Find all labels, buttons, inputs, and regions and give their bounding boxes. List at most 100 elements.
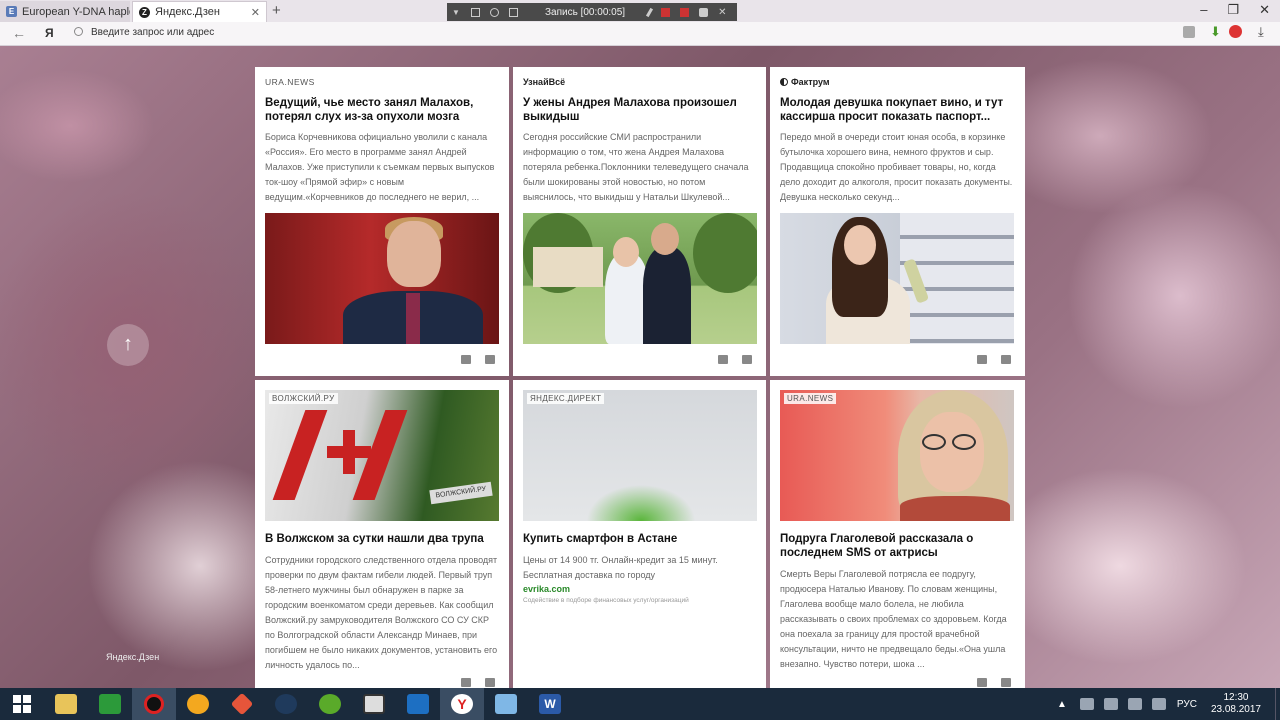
utorrent-icon	[319, 694, 341, 714]
recorder-toolbar: ▼ Запись [00:00:05] ✕	[447, 3, 737, 21]
connection-icon[interactable]	[74, 27, 83, 36]
close-icon[interactable]: ✕	[718, 7, 727, 17]
new-tab-button[interactable]: +	[272, 2, 281, 19]
card-source[interactable]: URA.NEWS	[265, 77, 315, 87]
close-icon[interactable]: ✕	[245, 6, 260, 19]
start-button[interactable]	[0, 688, 44, 720]
card-source: Фактрум	[791, 77, 830, 87]
tab-bar: E European Y-DNA haplogrou Z Яндекс.Дзен…	[0, 0, 1280, 23]
taskbar-app[interactable]	[352, 688, 396, 720]
taskbar-app[interactable]	[88, 688, 132, 720]
camera-icon[interactable]	[699, 7, 709, 17]
ad-link[interactable]: evrika.com	[523, 584, 570, 594]
taskbar-app[interactable]	[176, 688, 220, 720]
card-title[interactable]: У жены Андрея Малахова произошел выкидыш	[523, 96, 759, 124]
like-icon[interactable]	[977, 678, 987, 687]
battery-icon[interactable]	[1127, 698, 1142, 710]
taskbar-app[interactable]	[396, 688, 440, 720]
adblock-icon[interactable]	[1229, 25, 1242, 38]
chevron-down-icon[interactable]: ▼	[452, 8, 461, 17]
image-source-label: URA.NEWS	[784, 393, 837, 404]
card-image[interactable]: ВОЛЖСКИЙ.РУ ВОЛЖСКИЙ.РУ	[265, 390, 499, 521]
like-icon[interactable]	[718, 355, 728, 364]
dislike-icon[interactable]	[1001, 678, 1011, 687]
dislike-icon[interactable]	[485, 678, 495, 687]
taskbar-app[interactable]	[44, 688, 88, 720]
video-icon	[407, 694, 429, 714]
taskbar-app[interactable]: Y	[440, 688, 484, 720]
scroll-top-button[interactable]: ↑	[107, 324, 149, 366]
taskbar-app[interactable]	[484, 688, 528, 720]
dislike-icon[interactable]	[742, 355, 752, 364]
card-image[interactable]: URA.NEWS	[780, 390, 1014, 521]
news-card[interactable]: URA.NEWS Ведущий, чье место занял Малахо…	[255, 67, 509, 376]
card-image[interactable]	[265, 213, 499, 344]
windows-icon	[13, 695, 31, 713]
like-icon[interactable]	[977, 355, 987, 364]
flag-icon[interactable]	[1103, 698, 1118, 710]
news-card[interactable]: Фактрум Молодая девушка покупает вино, и…	[770, 67, 1025, 376]
taskbar-app[interactable]	[132, 688, 176, 720]
stop-icon[interactable]	[680, 7, 690, 17]
like-icon[interactable]	[461, 355, 471, 364]
card-text: Сотрудники городского следственного отде…	[265, 555, 498, 670]
dislike-icon[interactable]	[1001, 355, 1011, 364]
network-icon[interactable]	[1079, 698, 1094, 710]
taskbar-app[interactable]: W	[528, 688, 572, 720]
close-window-icon[interactable]: ✕	[1259, 2, 1270, 18]
yandex-logo[interactable]: Я	[45, 26, 54, 40]
extension-icon[interactable]	[1183, 26, 1195, 38]
tab-european-ydna[interactable]: E European Y-DNA haplogrou	[0, 1, 130, 22]
card-image[interactable]	[780, 213, 1014, 344]
tab-yandex-zen[interactable]: Z Яндекс.Дзен ✕	[132, 1, 267, 22]
address-input[interactable]: Введите запрос или адрес	[91, 27, 214, 38]
minimize-icon[interactable]: –	[1200, 2, 1207, 18]
downloads-icon[interactable]: ⤓	[1258, 24, 1264, 40]
taskbar-app[interactable]	[220, 688, 264, 720]
system-tray: ▲ РУС 12:30 23.08.2017	[1057, 688, 1280, 720]
back-arrow-icon[interactable]: ←	[12, 25, 26, 41]
page-icon: E	[6, 6, 17, 17]
card-title[interactable]: Подруга Глаголевой рассказала о последне…	[780, 532, 1016, 560]
ad-card[interactable]: ЯНДЕКС.ДИРЕКТ Купить смартфон в Астане Ц…	[513, 380, 766, 688]
card-title[interactable]: Молодая девушка покупает вино, и тут кас…	[780, 96, 1016, 124]
card-text: Сегодня российские СМИ распространили ин…	[523, 132, 749, 202]
news-card[interactable]: ВОЛЖСКИЙ.РУ ВОЛЖСКИЙ.РУ В Волжском за су…	[255, 380, 509, 688]
card-title[interactable]: В Волжском за сутки нашли два трупа	[265, 532, 501, 546]
folder-icon	[55, 694, 77, 714]
taskbar-app[interactable]	[264, 688, 308, 720]
pen-icon[interactable]	[646, 7, 654, 17]
news-card[interactable]: URA.NEWS Подруга Глаголевой рассказала о…	[770, 380, 1025, 688]
card-title[interactable]: Ведущий, чье место занял Малахов, потеря…	[265, 96, 501, 124]
card-title[interactable]: Купить смартфон в Астане	[523, 532, 759, 546]
news-card[interactable]: УзнайВсё У жены Андрея Малахова произоше…	[513, 67, 766, 376]
dislike-icon[interactable]	[485, 355, 495, 364]
clock[interactable]: 12:30 23.08.2017	[1211, 692, 1261, 716]
card-image[interactable]: ЯНДЕКС.ДИРЕКТ	[523, 390, 757, 521]
download-arrow-icon[interactable]: ⬇	[1210, 24, 1221, 40]
fullscreen-icon[interactable]	[509, 7, 518, 17]
store-icon	[99, 694, 121, 714]
card-text: Смерть Веры Глаголевой потрясла ее подру…	[780, 569, 1007, 669]
tab-title: European Y-DNA haplogrou	[22, 5, 130, 18]
volume-icon[interactable]	[1151, 698, 1166, 710]
pause-icon[interactable]	[661, 7, 671, 17]
card-image[interactable]	[523, 213, 757, 344]
taskbar-app[interactable]	[308, 688, 352, 720]
tray-chevron-up-icon[interactable]: ▲	[1057, 699, 1067, 710]
yandex-browser-icon: Y	[451, 694, 473, 714]
card-source-wrap[interactable]: Фактрум	[780, 77, 830, 87]
search-icon[interactable]	[490, 7, 499, 17]
language-indicator[interactable]: РУС	[1177, 699, 1197, 710]
card-text: Цены от 14 900 тг. Онлайн-кредит за 15 м…	[523, 555, 718, 580]
tab-title: Яндекс.Дзен	[155, 6, 220, 18]
card-source[interactable]: УзнайВсё	[523, 77, 565, 87]
card-actions	[461, 678, 495, 687]
zen-footer-label[interactable]: Яндекс.Дзен	[106, 652, 159, 662]
like-icon[interactable]	[461, 678, 471, 687]
window-icon[interactable]	[471, 7, 480, 17]
restore-icon[interactable]: ❐	[1227, 2, 1239, 18]
headphones-icon	[187, 694, 209, 714]
show-desktop-button[interactable]	[1275, 688, 1280, 720]
address-bar: ← Я Введите запрос или адрес ⬇ ⤓	[0, 22, 1280, 46]
